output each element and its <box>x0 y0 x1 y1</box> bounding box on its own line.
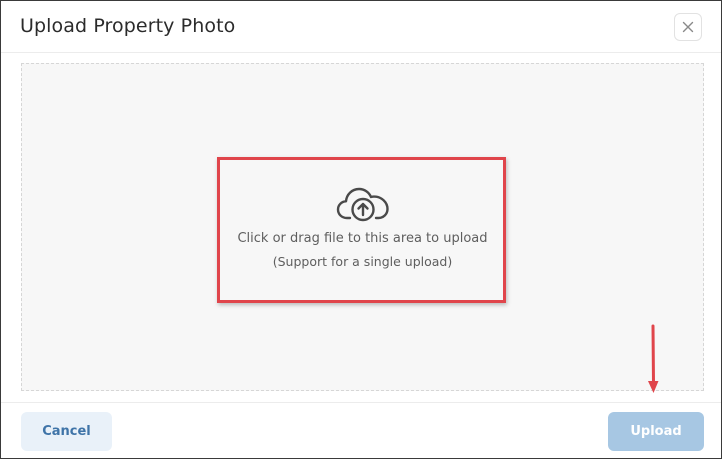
close-button[interactable] <box>674 13 702 41</box>
cloud-upload-icon <box>336 187 389 222</box>
dialog-footer: Cancel Upload <box>1 402 721 458</box>
upload-dialog: Upload Property Photo Click or drag file… <box>0 0 722 459</box>
file-dropzone[interactable]: Click or drag file to this area to uploa… <box>21 63 704 391</box>
cancel-button[interactable]: Cancel <box>21 412 112 451</box>
dropzone-hint-text: (Support for a single upload) <box>272 254 453 269</box>
dialog-title: Upload Property Photo <box>20 15 236 37</box>
dialog-header: Upload Property Photo <box>1 1 721 53</box>
dropzone-primary-text: Click or drag file to this area to uploa… <box>237 231 488 246</box>
annotation-arrow-icon <box>648 324 659 393</box>
close-icon <box>682 21 694 33</box>
annotation-highlight-box <box>217 157 506 303</box>
upload-button[interactable]: Upload <box>608 412 704 451</box>
